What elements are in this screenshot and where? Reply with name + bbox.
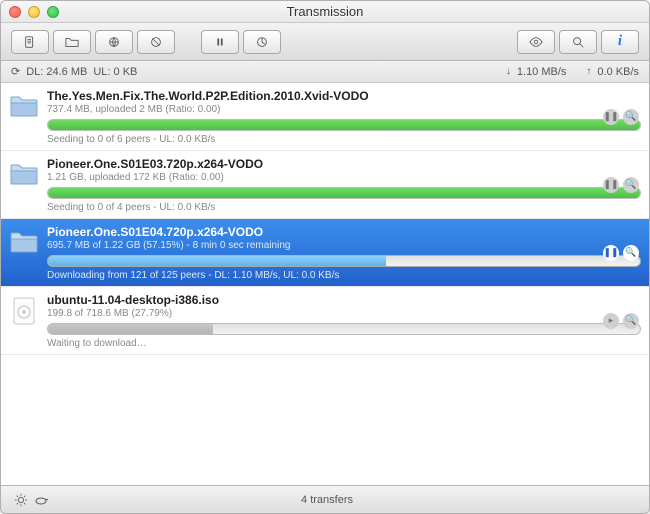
filter-button[interactable]	[559, 30, 597, 54]
folder-icon	[9, 225, 39, 255]
ul-total: UL: 0 KB	[93, 66, 137, 78]
torrent-name: The.Yes.Men.Fix.The.World.P2P.Edition.20…	[47, 89, 641, 103]
torrent-row[interactable]: ubuntu-11.04-desktop-i386.iso199.8 of 71…	[1, 287, 649, 355]
torrent-row[interactable]: Pioneer.One.S01E03.720p.x264-VODO1.21 GB…	[1, 151, 649, 219]
info-button[interactable]: i	[601, 30, 639, 54]
create-torrent-button[interactable]	[11, 30, 49, 54]
dl-rate: 1.10 MB/s	[517, 66, 567, 78]
open-url-button[interactable]	[95, 30, 133, 54]
torrent-status: Seeding to 0 of 6 peers - UL: 0.0 KB/s	[47, 134, 641, 145]
window-title: Transmission	[9, 4, 641, 19]
resume-all-button[interactable]	[243, 30, 281, 54]
torrent-content: The.Yes.Men.Fix.The.World.P2P.Edition.20…	[47, 89, 641, 145]
torrent-subtitle: 1.21 GB, uploaded 172 KB (Ratio: 0.00)	[47, 172, 641, 183]
bottom-bar: 4 transfers	[1, 485, 649, 513]
transfer-count-label: 4 transfers	[51, 494, 603, 506]
torrent-content: Pioneer.One.S01E03.720p.x264-VODO1.21 GB…	[47, 157, 641, 213]
turtle-button[interactable]	[31, 491, 51, 509]
open-torrent-button[interactable]	[53, 30, 91, 54]
torrent-subtitle: 199.8 of 718.6 MB (27.79%)	[47, 308, 641, 319]
resume-button[interactable]: ▸	[603, 313, 619, 329]
traffic-lights	[9, 6, 59, 18]
dl-total: DL: 24.6 MB	[26, 66, 87, 78]
settings-button[interactable]	[11, 491, 31, 509]
torrent-status: Seeding to 0 of 4 peers - UL: 0.0 KB/s	[47, 202, 641, 213]
ul-rate: 0.0 KB/s	[597, 66, 639, 78]
main-window: Transmission i ⟳ DL: 24.6 MB UL: 0 KB ↓ …	[0, 0, 650, 514]
pause-button[interactable]: ❚❚	[603, 245, 619, 261]
torrent-content: Pioneer.One.S01E04.720p.x264-VODO695.7 M…	[47, 225, 641, 281]
torrent-subtitle: 695.7 MB of 1.22 GB (57.15%) - 8 min 0 s…	[47, 240, 641, 251]
reveal-button[interactable]: 🔍	[623, 109, 639, 125]
pause-button[interactable]: ❚❚	[603, 177, 619, 193]
progress-bar	[47, 255, 641, 267]
remove-torrent-button[interactable]	[137, 30, 175, 54]
folder-icon	[9, 89, 39, 119]
torrent-row[interactable]: Pioneer.One.S01E04.720p.x264-VODO695.7 M…	[1, 219, 649, 287]
minimize-window-button[interactable]	[28, 6, 40, 18]
reveal-button[interactable]: 🔍	[623, 245, 639, 261]
torrent-list: The.Yes.Men.Fix.The.World.P2P.Edition.20…	[1, 83, 649, 485]
row-actions: ▸🔍	[603, 313, 639, 329]
quicklook-button[interactable]	[517, 30, 555, 54]
torrent-status: Downloading from 121 of 125 peers - DL: …	[47, 270, 641, 281]
torrent-subtitle: 737.4 MB, uploaded 2 MB (Ratio: 0.00)	[47, 104, 641, 115]
down-arrow-icon: ↓	[506, 66, 511, 77]
reveal-button[interactable]: 🔍	[623, 177, 639, 193]
stats-bar: ⟳ DL: 24.6 MB UL: 0 KB ↓ 1.10 MB/s ↑ 0.0…	[1, 61, 649, 83]
ratio-icon: ⟳	[11, 65, 20, 78]
torrent-row[interactable]: The.Yes.Men.Fix.The.World.P2P.Edition.20…	[1, 83, 649, 151]
row-actions: ❚❚🔍	[603, 109, 639, 125]
progress-bar	[47, 187, 641, 199]
torrent-name: Pioneer.One.S01E04.720p.x264-VODO	[47, 225, 641, 239]
torrent-name: Pioneer.One.S01E03.720p.x264-VODO	[47, 157, 641, 171]
row-actions: ❚❚🔍	[603, 177, 639, 193]
folder-icon	[9, 157, 39, 187]
row-actions: ❚❚🔍	[603, 245, 639, 261]
disc-icon	[9, 293, 39, 323]
reveal-button[interactable]: 🔍	[623, 313, 639, 329]
torrent-name: ubuntu-11.04-desktop-i386.iso	[47, 293, 641, 307]
pause-button[interactable]: ❚❚	[603, 109, 619, 125]
titlebar: Transmission	[1, 1, 649, 23]
torrent-status: Waiting to download…	[47, 338, 641, 349]
zoom-window-button[interactable]	[47, 6, 59, 18]
progress-bar	[47, 323, 641, 335]
close-window-button[interactable]	[9, 6, 21, 18]
up-arrow-icon: ↑	[586, 66, 591, 77]
progress-bar	[47, 119, 641, 131]
pause-all-button[interactable]	[201, 30, 239, 54]
torrent-content: ubuntu-11.04-desktop-i386.iso199.8 of 71…	[47, 293, 641, 349]
toolbar: i	[1, 23, 649, 61]
